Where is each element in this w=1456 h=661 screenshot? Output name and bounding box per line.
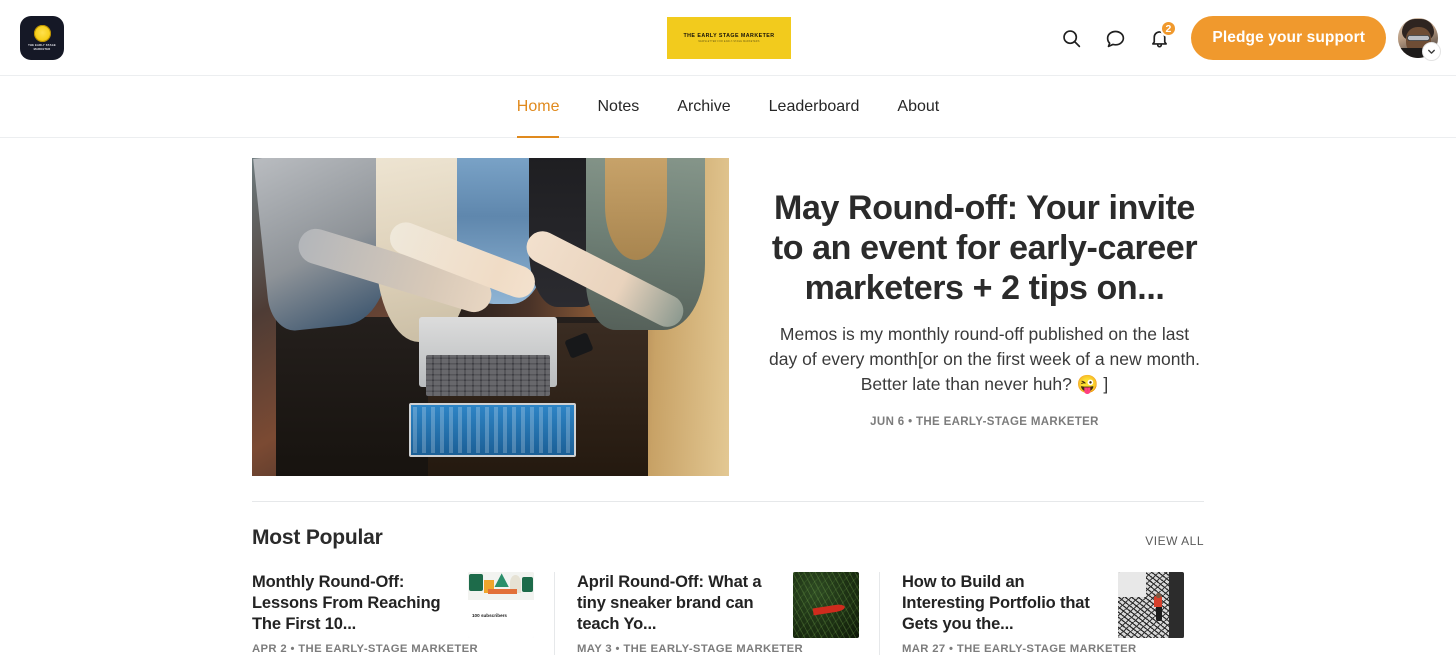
banner-title: THE EARLY STAGE MARKETER <box>683 33 775 39</box>
site-logo[interactable]: The Early Stage Marketer <box>20 16 64 60</box>
featured-post-meta: JUN 6 • THE EARLY-STAGE MARKETER <box>870 415 1099 428</box>
site-header: The Early Stage Marketer THE EARLY STAGE… <box>0 0 1456 76</box>
chevron-down-icon[interactable] <box>1422 42 1441 61</box>
sun-icon <box>33 25 51 43</box>
list-item[interactable]: April Round-Off: What a tiny sneaker bra… <box>554 572 879 656</box>
banner-subtitle: Newsletter for early-stage marketers <box>698 41 760 43</box>
featured-post-text: May Round-off: Your invite to an event f… <box>729 158 1204 428</box>
featured-post-image[interactable] <box>252 158 729 476</box>
account-menu[interactable] <box>1398 18 1441 61</box>
main-navigation: Home Notes Archive Leaderboard About <box>0 76 1456 138</box>
most-popular-list: Monthly Round-Off: Lessons From Reaching… <box>252 572 1204 656</box>
view-all-link[interactable]: VIEW ALL <box>1145 534 1204 550</box>
post-text: How to Build an Interesting Portfolio th… <box>902 572 1137 656</box>
nav-item-notes[interactable]: Notes <box>578 76 658 138</box>
thumbnail-wall-light <box>1118 572 1146 598</box>
search-icon <box>1063 29 1081 47</box>
nav-item-about[interactable]: About <box>878 76 958 138</box>
thumbnail-grass <box>793 572 859 638</box>
section-divider <box>252 501 1204 502</box>
thumbnail-person-shirt <box>1154 596 1163 607</box>
header-actions: 2 Pledge your support <box>1049 0 1441 76</box>
main-content: May Round-off: Your invite to an event f… <box>0 138 1456 656</box>
pledge-support-button[interactable]: Pledge your support <box>1191 16 1386 60</box>
nav-item-leaderboard[interactable]: Leaderboard <box>750 76 879 138</box>
logo-tile: The Early Stage Marketer <box>20 16 64 60</box>
post-thumbnail[interactable] <box>1118 572 1184 638</box>
publication-banner[interactable]: THE EARLY STAGE MARKETER Newsletter for … <box>667 17 791 59</box>
nav-item-archive[interactable]: Archive <box>658 76 749 138</box>
featured-post[interactable]: May Round-off: Your invite to an event f… <box>252 158 1204 476</box>
thumbnail-caption-area: 100 subscribers <box>468 599 534 638</box>
thumbnail-caption: 100 subscribers <box>472 612 507 618</box>
post-title[interactable]: How to Build an Interesting Portfolio th… <box>902 572 1106 634</box>
thumbnail-artwork <box>468 572 534 600</box>
featured-post-title[interactable]: May Round-off: Your invite to an event f… <box>765 188 1204 308</box>
most-popular-title: Most Popular <box>252 526 383 549</box>
list-item[interactable]: Monthly Round-Off: Lessons From Reaching… <box>252 572 554 655</box>
search-button[interactable] <box>1049 16 1093 60</box>
messages-button[interactable] <box>1093 16 1137 60</box>
notifications-button[interactable]: 2 <box>1137 16 1181 60</box>
post-text: Monthly Round-Off: Lessons From Reaching… <box>252 572 479 656</box>
post-meta: MAY 3 • THE EARLY-STAGE MARKETER <box>577 643 804 656</box>
post-title[interactable]: April Round-Off: What a tiny sneaker bra… <box>577 572 781 634</box>
post-meta: APR 2 • THE EARLY-STAGE MARKETER <box>252 643 479 656</box>
nav-item-home[interactable]: Home <box>498 76 579 138</box>
thumbnail-person-head <box>1155 593 1161 598</box>
image-laptop-keyboard <box>426 355 551 397</box>
post-text: April Round-Off: What a tiny sneaker bra… <box>577 572 804 656</box>
chat-bubble-icon <box>1106 30 1125 47</box>
post-thumbnail[interactable] <box>793 572 859 638</box>
image-laptop-screen <box>409 402 577 457</box>
featured-post-description: Memos is my monthly round-off published … <box>769 324 1200 395</box>
post-meta: MAR 27 • THE EARLY-STAGE MARKETER <box>902 643 1137 656</box>
avatar-glasses <box>1407 35 1430 41</box>
list-item[interactable]: How to Build an Interesting Portfolio th… <box>879 572 1204 656</box>
logo-text: The Early Stage Marketer <box>28 44 56 51</box>
thumbnail-wall-dark <box>1169 572 1184 638</box>
notification-badge: 2 <box>1159 20 1178 37</box>
image-person-hair <box>604 158 667 260</box>
most-popular-header: Most Popular VIEW ALL <box>252 526 1204 550</box>
post-title[interactable]: Monthly Round-Off: Lessons From Reaching… <box>252 572 456 634</box>
post-thumbnail[interactable]: 100 subscribers <box>468 572 534 638</box>
